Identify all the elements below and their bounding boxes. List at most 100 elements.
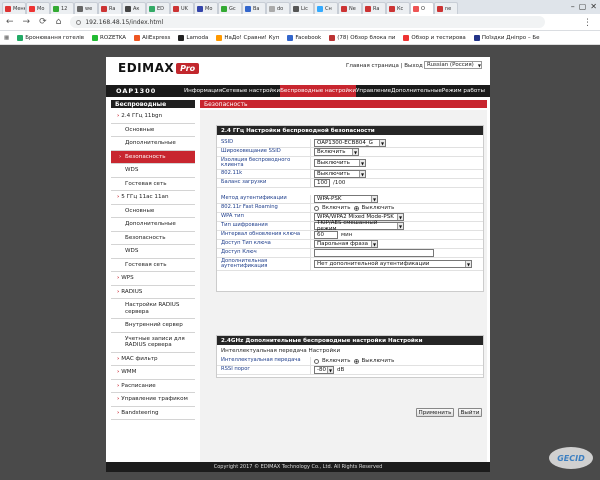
bookmark-label: Facebook [295,34,322,41]
browser-tab[interactable]: Сн [314,2,338,14]
tab-favicon-icon [53,5,59,12]
url-input[interactable]: 192.168.48.15/index.html [70,16,546,28]
topnav-item[interactable]: Режим работы [442,85,485,97]
sidebar-item[interactable]: Учетные записи для RADIUS сервера [111,333,195,353]
browser-menu-icon[interactable]: ⋮ [583,18,592,28]
sidebar-item[interactable]: Настройки RADIUS сервера [111,299,195,319]
broadcast-select[interactable]: Включить ▼ [314,148,359,156]
sidebar-item[interactable]: Расписание [111,380,195,393]
bookmark-item[interactable]: (78) Обзор блока пи [329,34,395,41]
sidebar-item[interactable]: Дополнительные [111,218,195,232]
sidebar-item[interactable]: 5 ГГц 11ac 11an [111,191,195,205]
sidebar-item[interactable]: Дополнительные [111,137,195,151]
browser-tab[interactable]: do [266,2,290,14]
bookmark-favicon-icon [134,34,141,41]
browser-tab[interactable]: Мо [194,2,218,14]
isolation-select[interactable]: Выключить ▼ [314,159,366,167]
keyaccess-select[interactable]: Парольная фраза ▼ [314,240,378,248]
bookmark-item[interactable]: Бронювання готелів [17,34,85,41]
topnav-item[interactable]: Управление [356,85,391,97]
apps-icon[interactable]: ▦ [4,35,9,41]
encryption-row: Тип шифрования TKIP/AES смешанный режим ▼ [217,220,483,232]
reload-icon[interactable]: ⟳ [39,17,47,27]
key-input[interactable] [314,249,434,257]
browser-tab[interactable]: UK [170,2,194,14]
balance-input[interactable]: 100 [314,179,330,187]
sidebar-item[interactable]: Безопасность [111,150,195,164]
encryption-select[interactable]: TKIP/AES смешанный режим ▼ [314,220,404,232]
rssi-select[interactable]: -80 ▼ [314,366,334,374]
sidebar-item[interactable]: Bandsteering [111,407,195,420]
sidebar-item[interactable]: Основные [111,205,195,218]
sidebar-item[interactable]: 2.4 ГГц 11bgn [111,110,195,124]
minimize-icon[interactable]: – [571,2,575,11]
browser-tab[interactable]: ne [434,2,458,14]
browser-tab[interactable]: 12 [50,2,74,14]
language-select[interactable]: Russian (Россия) ▼ [424,61,482,69]
bookmark-item[interactable]: НаДо! Сравни! Куп [216,34,279,41]
bookmarks-bar: ▦ Бронювання готелів ROZETKA AliExpress Lamo… [0,31,600,45]
sidebar-item[interactable]: RADIUS [111,286,195,299]
rekey-unit: мин [341,232,353,238]
chevron-down-icon: ▼ [397,223,403,229]
sidebar-item[interactable]: Гостевая сеть [111,178,195,191]
topnav-item[interactable]: Дополнительные [391,85,442,97]
forward-icon[interactable]: → [23,17,31,27]
addauth-select[interactable]: Нет дополнительной аутентификации ▼ [314,260,472,268]
ssid-select[interactable]: OAP1300-ECB804_G ▼ [314,139,386,147]
rekey-input[interactable]: 60 [314,231,338,239]
sidebar-item[interactable]: WPS [111,272,195,286]
exit-button[interactable]: Выйти [458,408,482,417]
back-icon[interactable]: ← [6,17,14,27]
wpatype-label: WPA тип [217,213,311,221]
sidebar-item[interactable]: Гостевая сеть [111,259,195,272]
tab-title: Ак [133,5,140,12]
browser-tab[interactable]: Ва [242,2,266,14]
topnav-item[interactable]: Беспроводные настройки [280,85,356,97]
bookmark-item[interactable]: Facebook [287,34,322,41]
browser-tab[interactable]: Ra [362,2,386,14]
sidebar-item[interactable]: Внутренний сервер [111,319,195,333]
sidebar-item[interactable]: Управление трафиком [111,393,195,407]
maximize-icon[interactable]: ▢ [579,2,587,11]
browser-tab[interactable]: Gc [218,2,242,14]
topnav-item[interactable]: Информация [184,85,222,97]
sidebar-item[interactable]: WDS [111,245,195,259]
roaming-label: 802.11r Fast Roaming [217,204,311,212]
tab-favicon-icon [389,5,395,12]
close-icon[interactable]: ✕ [590,2,597,11]
browser-tab[interactable]: ED [146,2,170,14]
sidebar-item[interactable]: WDS [111,164,195,178]
sidebar-item[interactable]: WMM [111,366,195,380]
roaming-on-radio[interactable] [314,205,319,211]
bookmark-item[interactable]: Lamoda [178,34,208,41]
sidebar-item[interactable]: Безопасность [111,232,195,245]
sidebar-item[interactable]: Основные [111,124,195,137]
bookmark-label: Бронювання готелів [25,34,85,41]
topnav-item[interactable]: Сетевые настройки [222,85,280,97]
apply-button[interactable]: Применить [416,408,454,417]
bookmark-item[interactable]: Обзор и тестирова [403,34,466,41]
browser-tab[interactable]: we [74,2,98,14]
sidebar-item[interactable]: MAC фильтр [111,353,195,366]
browser-tab[interactable]: Lic [290,2,314,14]
browser-tab[interactable]: Мо [26,2,50,14]
browser-tab[interactable]: Меню [2,2,26,14]
smart-on-radio[interactable] [314,358,319,364]
bookmark-item[interactable]: Поїздки Дніпро – Бе [473,34,540,41]
language-value: Russian (Россия) [427,62,474,68]
home-icon[interactable]: ⌂ [56,17,62,27]
address-bar-row: ← → ⟳ ⌂ 192.168.48.15/index.html [0,14,600,31]
r80211k-select[interactable]: Выключить ▼ [314,170,366,178]
auth-select[interactable]: WPA-PSK ▼ [314,195,378,203]
smart-off-radio[interactable] [353,358,359,364]
bookmark-item[interactable]: AliExpress [134,34,170,41]
window-controls: – ▢ ✕ [571,2,597,11]
browser-tab[interactable]: О [410,2,434,14]
browser-tab[interactable]: Ак [122,2,146,14]
roaming-off-radio[interactable] [353,205,359,211]
browser-tab[interactable]: Ne [338,2,362,14]
browser-tab[interactable]: Кс [386,2,410,14]
bookmark-item[interactable]: ROZETKA [92,34,126,41]
browser-tab[interactable]: Ra [98,2,122,14]
